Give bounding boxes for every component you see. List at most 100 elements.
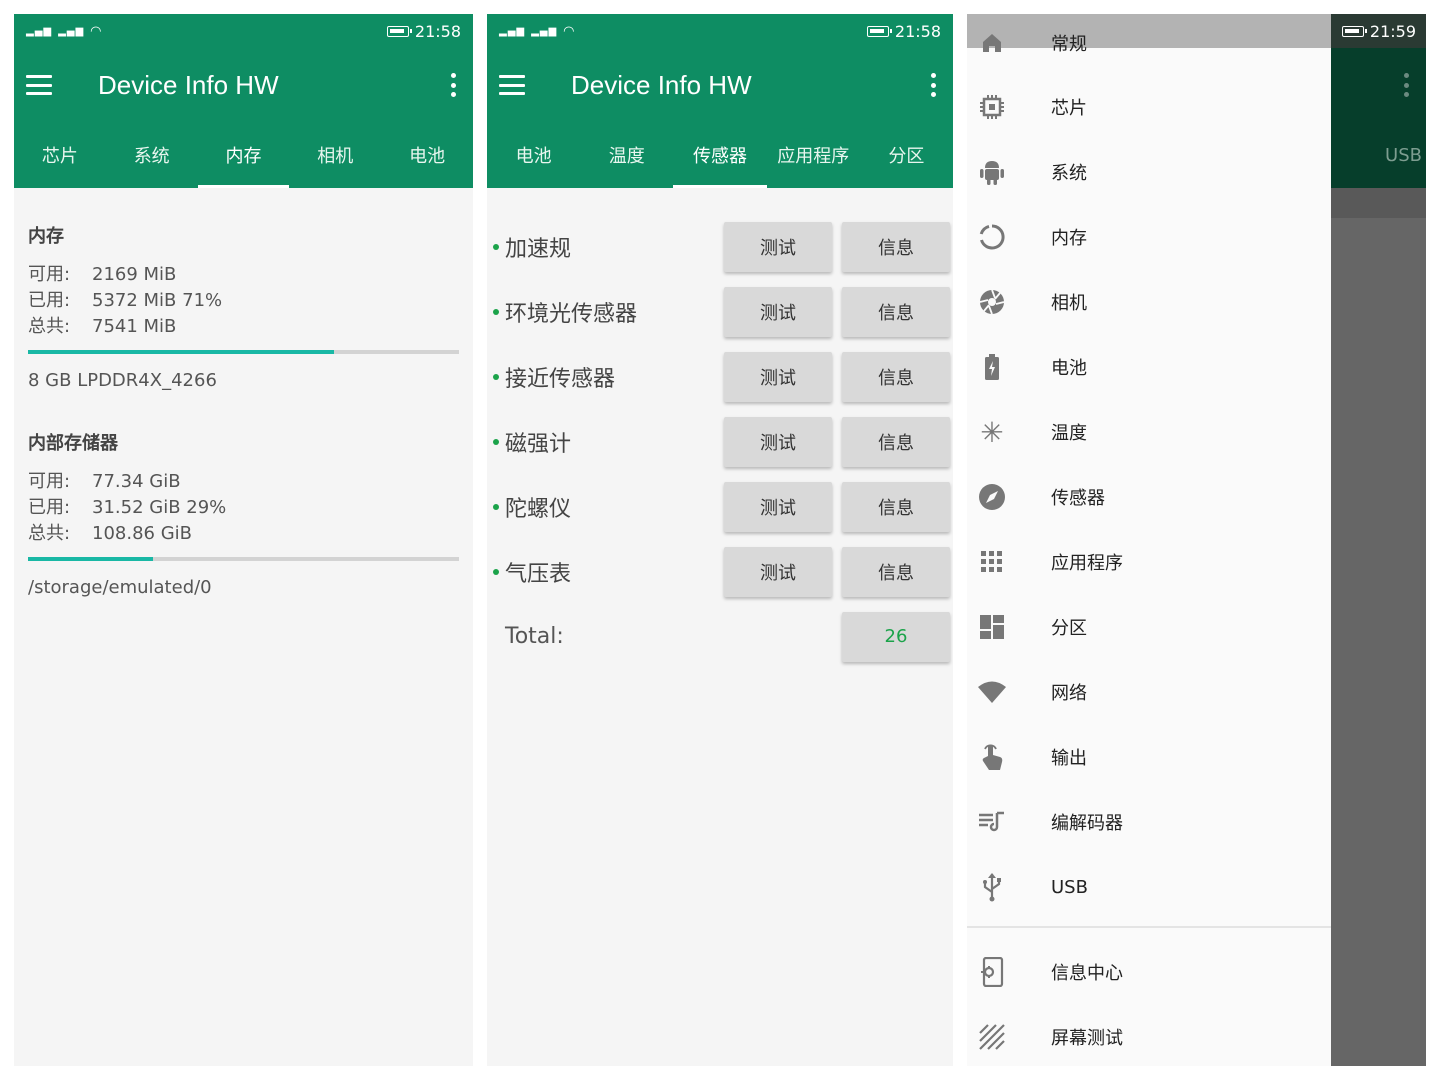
menu-icon[interactable] <box>26 75 52 95</box>
drawer-item-sensors[interactable]: 传感器 <box>967 465 1331 529</box>
storage-progress-fill <box>28 557 153 561</box>
phone-screen-memory: ▂▄▆ ▂▄▆ ◠ 21:58 Device Info HW 芯片 系统 内存 … <box>14 14 473 1066</box>
drawer-item-label: 芯片 <box>1051 98 1087 119</box>
status-time: 21:59 <box>1369 21 1416 41</box>
tab-battery[interactable]: 电池 <box>381 122 473 188</box>
drawer-item-label: USB <box>1051 876 1088 898</box>
test-button[interactable]: 测试 <box>724 546 832 597</box>
dimmed-background[interactable]: 21:59 USB <box>1331 14 1426 1066</box>
test-button[interactable]: 测试 <box>724 351 832 402</box>
available-label: 可用: <box>28 471 71 492</box>
usb-icon <box>977 872 1007 902</box>
test-button[interactable]: 测试 <box>724 221 832 272</box>
sensor-row: 环境光传感器 测试 信息 <box>487 279 953 344</box>
drawer-item-apps[interactable]: 应用程序 <box>967 530 1331 594</box>
phone-screen-drawer: 21:59 USB 常规 芯片 系统 内存 相机 电池 ✳ 温度 传感器 应用程… <box>967 14 1426 1066</box>
drawer-item-camera[interactable]: 相机 <box>967 270 1331 334</box>
sensor-name: 接近传感器 <box>505 366 616 392</box>
drawer-item-network[interactable]: 网络 <box>967 660 1331 724</box>
drawer-item-label: 分区 <box>1051 618 1087 639</box>
info-button[interactable]: 信息 <box>842 286 950 337</box>
tab-partitions[interactable]: 分区 <box>860 122 953 188</box>
used-label: 已用: <box>28 290 71 311</box>
total-count-button[interactable]: 26 <box>842 611 950 662</box>
sensor-row: 气压表 测试 信息 <box>487 539 953 604</box>
drawer-divider <box>967 926 1331 928</box>
sensor-row: 加速规 测试 信息 <box>487 214 953 279</box>
test-button[interactable]: 测试 <box>724 286 832 337</box>
drawer-item-label: 信息中心 <box>1051 963 1123 984</box>
more-options-icon[interactable] <box>925 73 941 97</box>
signal-icon: ▂▄▆ <box>531 25 558 37</box>
android-icon <box>977 157 1007 187</box>
storage-total: 108.86 GiB <box>92 523 193 544</box>
shadow <box>1331 188 1426 218</box>
info-button[interactable]: 信息 <box>842 481 950 532</box>
available-label: 可用: <box>28 264 71 285</box>
status-bar: ▂▄▆ ▂▄▆ ◠ 21:58 <box>487 14 953 48</box>
battery-icon <box>866 25 892 37</box>
drawer-item-label: 内存 <box>1051 228 1087 249</box>
storage-title: 内部存储器 <box>28 433 118 454</box>
sensor-name: 加速规 <box>505 236 572 262</box>
camera-aperture-icon <box>977 287 1007 317</box>
more-options-icon[interactable] <box>445 73 461 97</box>
drawer-item-partitions[interactable]: 分区 <box>967 595 1331 659</box>
drawer-item-label: 温度 <box>1051 423 1087 444</box>
total-label: 总共: <box>28 523 71 544</box>
app-bar: Device Info HW <box>487 48 953 122</box>
drawer-item-chip[interactable]: 芯片 <box>967 75 1331 139</box>
memory-section: 内存 可用: 2169 MiB 已用: 5372 MiB 71% 总共: 7541 M… <box>14 188 473 598</box>
info-button[interactable]: 信息 <box>842 546 950 597</box>
wifi-icon <box>977 677 1007 707</box>
info-button[interactable]: 信息 <box>842 416 950 467</box>
tab-apps[interactable]: 应用程序 <box>767 122 860 188</box>
drawer-item-label: 编解码器 <box>1051 813 1123 834</box>
app-bar: Device Info HW <box>14 48 473 122</box>
tab-temperature[interactable]: 温度 <box>580 122 673 188</box>
info-button[interactable]: 信息 <box>842 221 950 272</box>
snowflake-icon: ✳ <box>980 415 1004 449</box>
tab-system[interactable]: 系统 <box>106 122 198 188</box>
total-row: Total: 26 <box>487 604 953 669</box>
drawer-item-memory[interactable]: 内存 <box>967 205 1331 269</box>
sensor-row: 接近传感器 测试 信息 <box>487 344 953 409</box>
stripes-icon <box>977 1022 1007 1052</box>
chip-icon <box>977 92 1007 122</box>
drawer-item-screen-test[interactable]: 屏幕测试 <box>967 1005 1331 1066</box>
used-label: 已用: <box>28 497 71 518</box>
drawer-item-info-center[interactable]: 信息中心 <box>967 940 1331 1004</box>
drawer-item-output[interactable]: 输出 <box>967 725 1331 789</box>
compass-icon <box>977 482 1007 512</box>
navigation-drawer: 常规 芯片 系统 内存 相机 电池 ✳ 温度 传感器 应用程序 分区 网络 输出… <box>967 14 1331 1066</box>
tab-memory[interactable]: 内存 <box>197 122 290 188</box>
music-list-icon <box>977 807 1007 837</box>
signal-icon: ▂▄▆ <box>499 25 526 37</box>
drawer-item-label: 相机 <box>1051 293 1087 314</box>
wifi-icon: ◠ <box>563 23 576 39</box>
status-time: 21:58 <box>894 21 941 41</box>
bullet-dot <box>493 308 499 315</box>
drawer-item-usb[interactable]: USB <box>967 855 1331 919</box>
signal-icon: ▂▄▆ <box>26 25 53 37</box>
device-settings-icon <box>977 957 1007 987</box>
status-time: 21:58 <box>414 21 461 41</box>
info-button[interactable]: 信息 <box>842 351 950 402</box>
memory-available: 2169 MiB <box>92 264 177 285</box>
status-bar: ▂▄▆ ▂▄▆ ◠ 21:58 <box>14 14 473 48</box>
drawer-item-label: 传感器 <box>1051 488 1105 509</box>
drawer-item-battery[interactable]: 电池 <box>967 335 1331 399</box>
test-button[interactable]: 测试 <box>724 481 832 532</box>
tab-sensors[interactable]: 传感器 <box>673 122 767 188</box>
drawer-item-codecs[interactable]: 编解码器 <box>967 790 1331 854</box>
test-button[interactable]: 测试 <box>724 416 832 467</box>
tab-battery[interactable]: 电池 <box>487 122 580 188</box>
drawer-item-temperature[interactable]: ✳ 温度 <box>967 400 1331 464</box>
tab-camera[interactable]: 相机 <box>289 122 381 188</box>
menu-icon[interactable] <box>499 75 525 95</box>
tab-chip[interactable]: 芯片 <box>14 122 106 188</box>
memory-type: 8 GB LPDDR4X_4266 <box>28 370 217 391</box>
drawer-item-system[interactable]: 系统 <box>967 140 1331 204</box>
drawer-item-general[interactable]: 常规 <box>967 14 1331 75</box>
memory-ring-icon <box>977 222 1007 252</box>
